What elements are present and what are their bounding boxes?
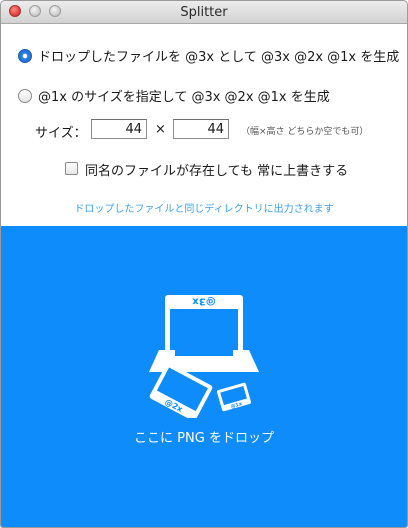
height-input[interactable] bbox=[173, 119, 229, 139]
times-symbol: × bbox=[155, 122, 166, 137]
output-note: ドロップしたファイルと同じディレクトリに出力されます bbox=[74, 204, 334, 215]
title-bar[interactable]: Splitter bbox=[1, 1, 407, 24]
drop-illustration: @3x @2x @1x bbox=[149, 295, 259, 418]
drop-zone[interactable]: @3x @2x @1x ここに PNG をドロップ bbox=[1, 226, 407, 527]
size-label: サイズ： bbox=[35, 126, 87, 141]
device-1x-icon: @1x bbox=[217, 382, 251, 412]
drop-zone-label: ここに PNG をドロップ bbox=[134, 431, 274, 446]
overwrite-label[interactable]: 同名のファイルが存在しても 常に上書きする bbox=[85, 160, 348, 179]
radio-option-size-label: @1x のサイズを指定して @3x @2x @1x を生成 bbox=[38, 90, 330, 105]
radio-option-drop-as-3x[interactable]: ドロップしたファイルを @3x として @3x @2x @1x を生成 bbox=[18, 46, 399, 65]
device-3x-icon: @3x bbox=[165, 295, 243, 363]
radio-option-specify-size[interactable]: @1x のサイズを指定して @3x @2x @1x を生成 bbox=[18, 86, 330, 105]
window-title: Splitter bbox=[180, 5, 228, 20]
size-hint: （幅×高さ どちらか空でも可） bbox=[241, 127, 369, 137]
app-window: Splitter ドロップしたファイルを @3x として @3x @2x @1x… bbox=[0, 0, 408, 528]
radio-button-selected[interactable] bbox=[18, 49, 32, 63]
badge-3x: @3x bbox=[192, 296, 216, 307]
radio-option-drop-label: ドロップしたファイルを @3x として @3x @2x @1x を生成 bbox=[38, 50, 400, 65]
width-input[interactable] bbox=[91, 119, 147, 139]
radio-button-unselected[interactable] bbox=[18, 89, 32, 103]
overwrite-checkbox[interactable] bbox=[65, 162, 78, 175]
